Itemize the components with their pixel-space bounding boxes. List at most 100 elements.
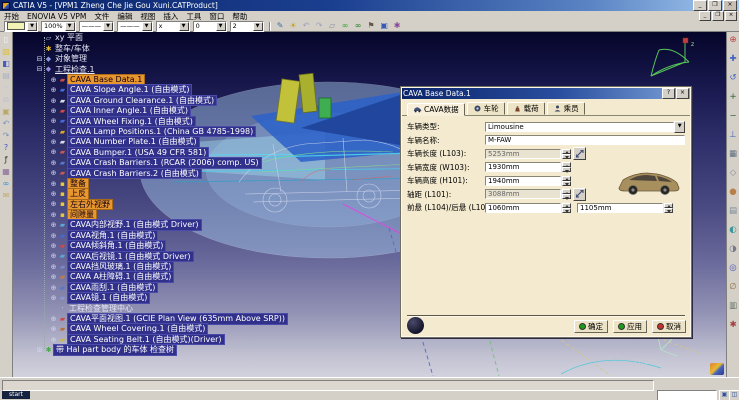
tree-expander-icon[interactable]: ⊕ [49, 294, 58, 302]
tree-expander-icon[interactable]: ⊟ [35, 65, 44, 73]
spinner-control[interactable] [562, 162, 571, 172]
rotate-icon[interactable]: ↺ [728, 73, 739, 84]
tree-expander-icon[interactable]: ⊕ [49, 138, 58, 146]
tree-expander-icon[interactable]: ⊕ [49, 252, 58, 260]
vehicle-width-input[interactable]: 1930mm [485, 162, 561, 172]
tree-item[interactable]: ⊕ ▰ CAVA Wheel Fixing.1 (自由模式) [35, 116, 395, 126]
spinner-control[interactable] [562, 189, 571, 199]
help-icon[interactable]: ? [1, 142, 12, 153]
chevron-down-icon[interactable]: ▼ [179, 22, 189, 31]
filter-combo[interactable]: 2 ▼ [230, 21, 264, 32]
line-type-combo[interactable]: ——— ▼ [117, 21, 153, 32]
measure-icon[interactable] [573, 188, 586, 201]
tree-expander-icon[interactable]: ⊕ [49, 273, 58, 281]
tree-item[interactable]: ⊞ ✱ 带 Hal part body 的车体 检查树 [35, 345, 395, 355]
opacity-combo[interactable]: 100% ▼ [41, 21, 76, 32]
tree-item[interactable]: ⊕ ▰ CAVA倾斜角.1 (自由模式) [35, 241, 395, 251]
tree-expander-icon[interactable]: ⊕ [49, 128, 58, 136]
rear-overhang-input[interactable]: 1105mm [577, 203, 663, 213]
chevron-down-icon[interactable]: ▼ [65, 22, 75, 31]
vehicle-height-input[interactable]: 1940mm [485, 176, 561, 186]
tree-expander-icon[interactable]: ⊕ [49, 263, 58, 271]
child-close-button[interactable]: × [725, 11, 737, 21]
tree-item[interactable]: ⊕ ▰ CAVA Lamp Positions.1 (China GB 4785… [35, 127, 395, 137]
tree-expander-icon[interactable]: ⊕ [49, 107, 58, 115]
compass-handle[interactable] [683, 38, 688, 43]
close-button[interactable]: × [723, 0, 737, 11]
print-icon[interactable]: ▤ [1, 70, 12, 81]
tree-expander-icon[interactable]: ⊕ [49, 97, 58, 105]
copy-icon[interactable]: ⧉ [1, 94, 12, 105]
light-icon[interactable]: ☀ [288, 21, 299, 31]
chevron-down-icon[interactable]: ▼ [253, 22, 263, 31]
spinner-control[interactable] [562, 176, 571, 186]
zoom-out-icon[interactable]: − [728, 111, 739, 122]
save-icon[interactable]: ◧ [1, 58, 12, 69]
cut-icon[interactable]: ✂ [1, 82, 12, 93]
shading-style-icon[interactable]: ● [728, 187, 739, 198]
tree-item[interactable]: ⊕ ▪ 上反 [35, 189, 395, 199]
centered-rotation-icon[interactable]: ⊕ [728, 35, 739, 46]
tree-expander-icon[interactable]: ⊕ [49, 211, 58, 219]
tree-expander-icon[interactable]: ⊕ [49, 190, 58, 198]
new-document-icon[interactable]: ▯ [1, 34, 12, 45]
tree-item[interactable]: ⊕ ▰ CAVA Slope Angle.1 (自由模式) [35, 85, 395, 95]
tab-occupants[interactable]: 乘员 [547, 102, 585, 115]
tree-item[interactable]: ⊕ ▰ CAVA Seating Belt.1 (自由模式)(Driver) [35, 334, 395, 344]
chevron-down-icon[interactable]: ▼ [216, 22, 226, 31]
undo-icon[interactable]: ↶ [301, 21, 312, 31]
start-button[interactable]: start [2, 391, 30, 399]
tree-expander-icon[interactable]: ⊕ [49, 117, 58, 125]
knowledge-fx-icon[interactable]: ƒ [1, 154, 12, 165]
hide-show-icon[interactable]: ◐ [728, 225, 739, 236]
tree-item[interactable]: ⊕ ▪ 左右外视野 [35, 199, 395, 209]
tree-item[interactable]: ⊕ ▰ CAVA平面视图.1 (GCIE Plan View (635mm Ab… [35, 314, 395, 324]
paste-icon[interactable]: ▣ [1, 106, 12, 117]
chevron-down-icon[interactable]: ▼ [142, 22, 152, 31]
spinner-control[interactable] [664, 203, 673, 213]
child-minimize-button[interactable]: _ [699, 11, 711, 21]
tree-item[interactable]: ⊕ ▰ CAVA视角.1 (自由模式) [35, 230, 395, 240]
isometric-view-icon[interactable]: ◇ [728, 168, 739, 179]
tree-expander-icon[interactable]: ⊕ [49, 284, 58, 292]
cancel-button[interactable]: 取消 [652, 320, 686, 333]
tree-item[interactable]: ⊕ ▰ CAVA Number Plate.1 (自由模式) [35, 137, 395, 147]
eraser-icon[interactable]: ▱ [327, 21, 338, 31]
tree-item[interactable]: ⊕ ▰ CAVA Crash Barriers.1 (RCAR (2006) c… [35, 158, 395, 168]
vehicle-type-select[interactable]: Limousine [485, 122, 674, 132]
macro-icon[interactable]: ▦ [1, 166, 12, 177]
tree-item[interactable]: · 工程检查管理中心 [35, 303, 395, 313]
tab-load[interactable]: 载荷 [507, 102, 545, 115]
power-input-field[interactable] [657, 390, 717, 400]
dialog-close-button[interactable]: × [676, 88, 689, 99]
tree-expander-icon[interactable]: ⊕ [49, 325, 58, 333]
chevron-down-icon[interactable]: ▼ [27, 22, 37, 31]
tab-cava-data[interactable]: CAVA数据 [407, 103, 465, 116]
redo-icon[interactable]: ↷ [314, 21, 325, 31]
magnifier-icon[interactable]: ◎ [728, 263, 739, 274]
tree-expander-icon[interactable]: ⊕ [49, 315, 58, 323]
tree-item[interactable]: ⊕ ▪ 整备 [35, 178, 395, 188]
tree-item[interactable]: ⊕ ▰ CAVA Bumper.1 (USA 49 CFR 581) [35, 147, 395, 157]
multi-view-icon[interactable]: ▦ [728, 149, 739, 160]
spinner-control[interactable] [562, 203, 571, 213]
tree-item[interactable]: ⊕ ▪ 间隙量 [35, 210, 395, 220]
camera-icon[interactable]: ⚑ [366, 21, 377, 31]
tree-expander-icon[interactable]: ⊞ [35, 346, 44, 354]
tree-item[interactable]: ✱ 整车/车体 [35, 43, 395, 53]
tree-expander-icon[interactable]: ⊕ [49, 169, 58, 177]
tree-item[interactable]: ⊕ ▰ CAVA Wheel Covering.1 (自由模式) [35, 324, 395, 334]
wireframe-style-icon[interactable]: ▤ [728, 206, 739, 217]
tree-expander-icon[interactable]: ⊕ [49, 336, 58, 344]
dialog-title-bar[interactable]: CAVA Base Data.1 ? × [401, 87, 691, 99]
tree-expander-icon[interactable]: ⊕ [49, 180, 58, 188]
section-icon[interactable]: ▥ [728, 301, 739, 312]
tree-item[interactable]: ⊕ ▰ CAVA Inner Angle.1 (自由模式) [35, 106, 395, 116]
tree-item[interactable]: ⊕ ▰ CAVA Ground Clearance.1 (自由模式) [35, 95, 395, 105]
minimize-button[interactable]: _ [693, 0, 707, 11]
painter-icon[interactable]: ✎ [275, 21, 286, 31]
chevron-down-icon[interactable]: ▼ [674, 121, 685, 133]
apply-button[interactable]: 应用 [613, 320, 647, 333]
wheelbase-input[interactable]: 3088mm [485, 189, 561, 199]
profile-icon[interactable]: ✱ [392, 21, 403, 31]
